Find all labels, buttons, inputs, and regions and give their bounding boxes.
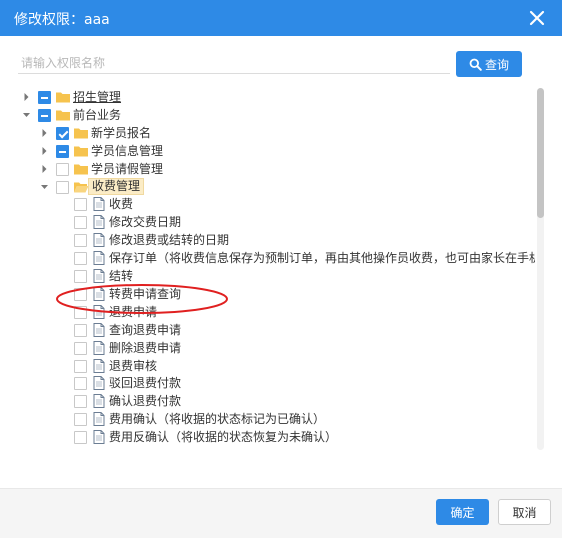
tree-node[interactable]: 转费申请查询 — [20, 285, 535, 303]
node-checkbox[interactable] — [74, 395, 87, 409]
close-icon[interactable] — [526, 7, 548, 29]
tree-node[interactable]: 退费审核 — [20, 357, 535, 375]
node-label: 学员信息管理 — [91, 143, 164, 158]
node-checkbox[interactable] — [38, 108, 51, 122]
node-label: 退费审核 — [109, 358, 158, 373]
node-label: 保存订单（将收费信息保存为预制订单，再由其他操作员收费，也可由家长在手机上 — [109, 251, 535, 266]
scrollbar-thumb[interactable] — [537, 88, 544, 218]
file-icon — [91, 268, 107, 284]
node-checkbox[interactable] — [74, 216, 87, 230]
tree-node[interactable]: 确认退费付款 — [20, 392, 535, 410]
folder-icon — [55, 107, 71, 123]
file-icon — [91, 375, 107, 391]
file-icon — [91, 304, 107, 320]
node-checkbox[interactable] — [74, 341, 87, 355]
file-icon — [91, 429, 107, 445]
file-icon — [91, 250, 107, 266]
tree-node[interactable]: 查询退费申请 — [20, 321, 535, 339]
node-label: 新学员报名 — [91, 125, 152, 140]
node-label: 退费申请 — [109, 304, 158, 319]
file-icon — [91, 214, 107, 230]
folder-icon — [73, 143, 89, 159]
scrollbar[interactable] — [537, 88, 544, 450]
node-checkbox[interactable] — [74, 413, 87, 427]
caret-right-icon[interactable] — [40, 160, 49, 178]
node-label: 转费申请查询 — [109, 286, 182, 301]
folder-icon — [73, 161, 89, 177]
caret-down-icon[interactable] — [22, 106, 31, 124]
node-label: 结转 — [109, 269, 134, 283]
tree-node[interactable]: 结转 — [20, 267, 535, 285]
tree-node[interactable]: 学员请假管理 — [20, 160, 535, 178]
dialog-titlebar: 修改权限：aaa — [0, 0, 562, 36]
tree-node[interactable]: 驳回退费付款 — [20, 374, 535, 392]
node-label: 费用确认（将收据的状态标记为已确认） — [109, 412, 326, 427]
file-icon — [91, 340, 107, 356]
search-icon — [469, 58, 482, 71]
caret-right-icon[interactable] — [40, 124, 49, 142]
node-label: 确认退费付款 — [109, 394, 182, 409]
tree-node[interactable]: 费用确认（将收据的状态标记为已确认） — [20, 410, 535, 428]
file-icon — [91, 322, 107, 338]
node-label: 前台业务 — [73, 107, 122, 122]
caret-right-icon[interactable] — [22, 88, 31, 106]
tree-node[interactable]: 前台业务 — [20, 106, 535, 124]
permission-tree: 招生管理前台业务新学员报名学员信息管理 学员请假管理 收费管理收费修改交费日期修改退… — [20, 88, 535, 450]
folder-icon — [73, 125, 89, 141]
file-icon — [91, 411, 107, 427]
node-checkbox[interactable] — [74, 198, 87, 212]
node-checkbox[interactable] — [74, 431, 87, 445]
file-icon — [91, 196, 107, 212]
node-label: 修改退费或结转的日期 — [109, 233, 230, 248]
caret-right-icon[interactable] — [40, 142, 49, 160]
node-label: 收费 — [109, 197, 134, 212]
node-checkbox[interactable] — [74, 359, 87, 373]
search-input[interactable] — [18, 52, 450, 74]
node-label: 驳回退费付款 — [109, 376, 182, 391]
cancel-button[interactable]: 取消 — [498, 499, 551, 525]
node-checkbox[interactable] — [74, 305, 87, 319]
tree-node[interactable]: 费用反确认（将收据的状态恢复为未确认） — [20, 428, 535, 446]
node-checkbox[interactable] — [74, 323, 87, 337]
tree-node[interactable]: 收费 — [20, 195, 535, 213]
dialog-title: 修改权限：aaa — [14, 12, 110, 28]
tree-node[interactable]: 退费申请 — [20, 303, 535, 321]
node-label: 删除退费申请 — [109, 340, 182, 355]
node-checkbox[interactable] — [74, 287, 87, 301]
node-label: 修改交费日期 — [109, 215, 182, 230]
folder-icon — [55, 89, 71, 105]
tree-node[interactable]: 学员信息管理 — [20, 142, 535, 160]
node-checkbox[interactable] — [74, 377, 87, 391]
tree-node[interactable]: 收费管理 — [20, 177, 535, 196]
tree-node[interactable]: 新学员报名 — [20, 124, 535, 142]
node-checkbox[interactable] — [56, 126, 69, 140]
node-label: 招生管理 — [73, 90, 122, 104]
tree-node[interactable]: 删除退费申请 — [20, 339, 535, 357]
node-checkbox[interactable] — [74, 252, 87, 266]
node-label: 收费管理 — [88, 177, 145, 195]
tree-node[interactable]: 修改交费日期 — [20, 213, 535, 231]
file-icon — [91, 393, 107, 409]
search-button[interactable]: 查询 — [456, 51, 522, 77]
search-button-label: 查询 — [484, 57, 509, 72]
node-label: 学员请假管理 — [91, 161, 164, 176]
node-label: 查询退费申请 — [109, 322, 182, 337]
file-icon — [91, 232, 107, 248]
file-icon — [91, 286, 107, 302]
caret-down-icon[interactable] — [40, 178, 49, 196]
node-checkbox[interactable] — [74, 234, 87, 248]
node-checkbox[interactable] — [56, 144, 69, 158]
node-checkbox[interactable] — [56, 180, 69, 194]
node-checkbox[interactable] — [38, 91, 51, 104]
file-icon — [91, 358, 107, 374]
tree-node[interactable]: 招生管理 — [20, 88, 535, 106]
confirm-button[interactable]: 确定 — [436, 499, 489, 525]
tree-node[interactable]: 修改退费或结转的日期 — [20, 231, 535, 249]
node-checkbox[interactable] — [56, 162, 69, 176]
node-checkbox[interactable] — [74, 270, 87, 283]
tree-node[interactable]: 保存订单（将收费信息保存为预制订单，再由其他操作员收费，也可由家长在手机上 — [20, 249, 535, 267]
node-label: 费用反确认（将收据的状态恢复为未确认） — [109, 430, 338, 445]
folder-open-icon — [73, 179, 89, 195]
